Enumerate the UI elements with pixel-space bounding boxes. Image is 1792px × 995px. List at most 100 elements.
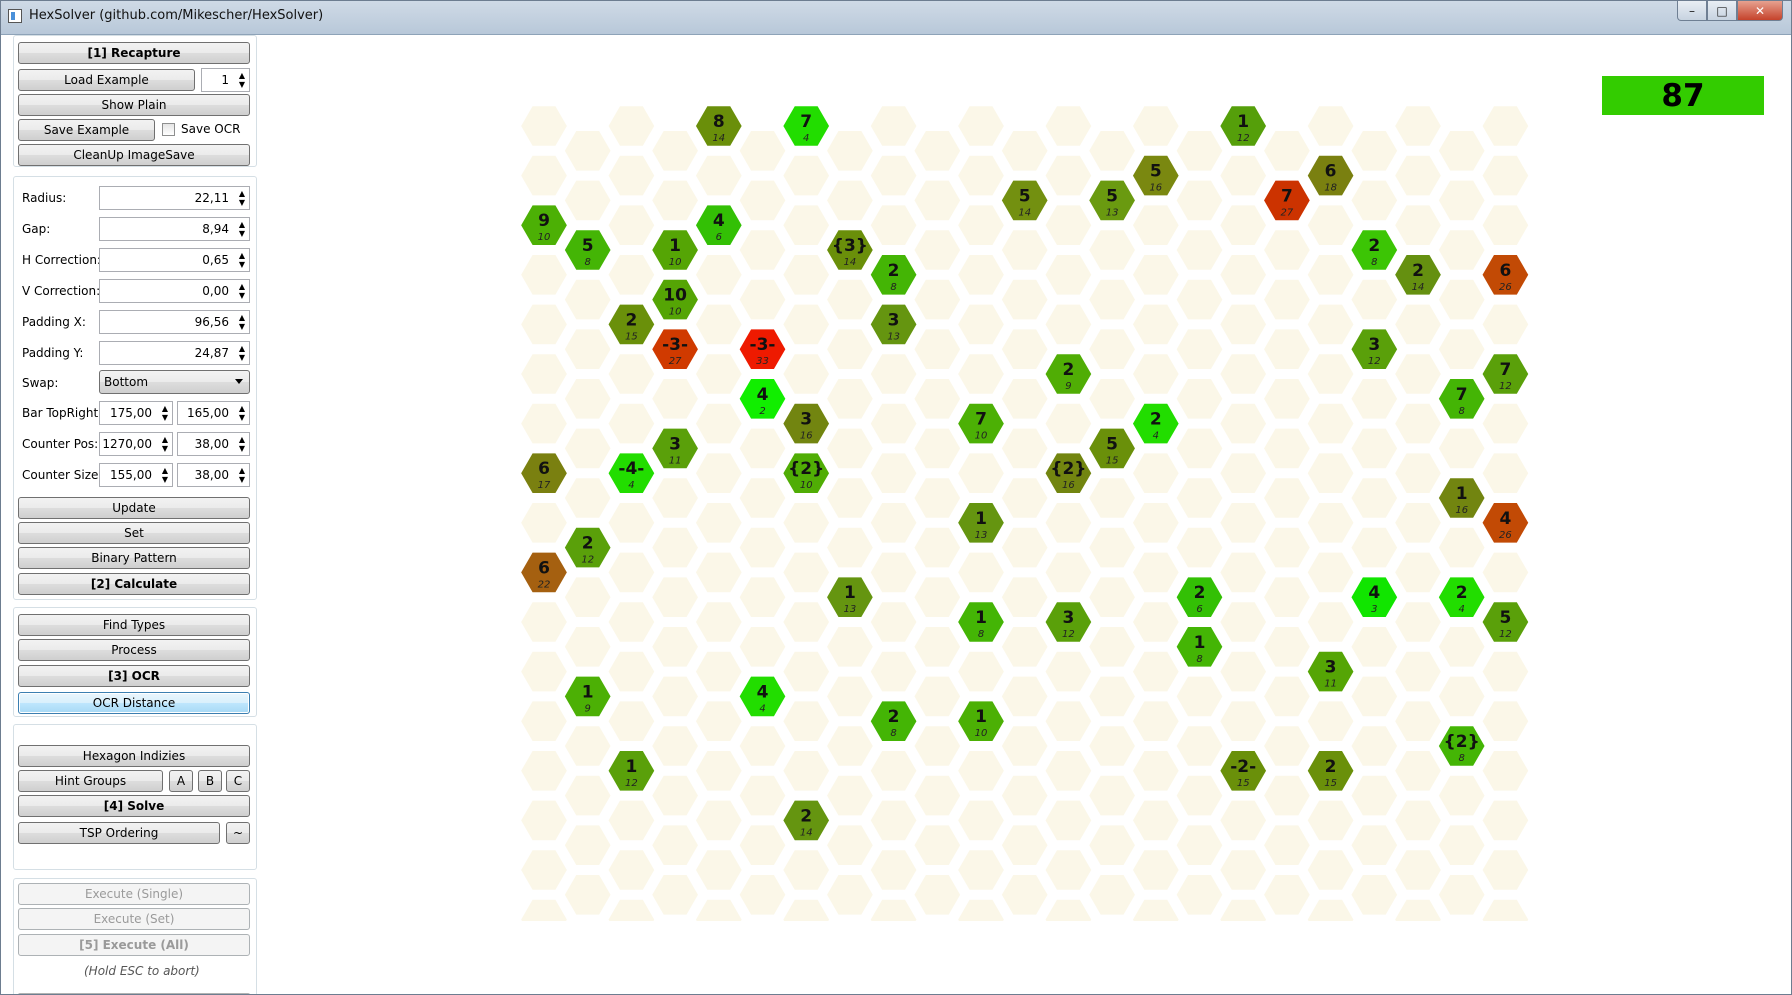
hex-cell-empty[interactable] xyxy=(1043,302,1094,347)
hex-cell-empty[interactable] xyxy=(1392,649,1444,694)
save-example-button[interactable]: Save Example xyxy=(18,119,155,141)
hex-cell-empty[interactable] xyxy=(1043,203,1094,247)
hex-cell-empty[interactable] xyxy=(1305,848,1356,892)
hex-cell-empty[interactable] xyxy=(999,277,1050,322)
spin-arrows-icon[interactable]: ▲ ▼ xyxy=(237,344,247,362)
hex-cell-empty[interactable] xyxy=(912,228,963,272)
hex-cell-empty[interactable] xyxy=(1086,625,1138,669)
hex-cell-empty[interactable] xyxy=(606,600,657,644)
hex-cell-empty[interactable] xyxy=(518,649,570,694)
hex-cell-empty[interactable] xyxy=(518,352,570,396)
hex-cell-revealed[interactable]: 311 xyxy=(1305,649,1356,694)
calculate-button[interactable]: [2] Calculate xyxy=(18,573,250,595)
radius-field[interactable]: 22,11 ▲ ▼ xyxy=(99,186,250,210)
hex-cell-empty[interactable] xyxy=(1305,501,1356,545)
hex-cell-empty[interactable] xyxy=(824,674,876,719)
padding-y-field[interactable]: 24,87 ▲ ▼ xyxy=(99,341,250,365)
hex-cell-empty[interactable] xyxy=(1261,773,1313,818)
binary-pattern-button[interactable]: Binary Pattern xyxy=(18,547,250,569)
hex-cell-empty[interactable] xyxy=(912,377,963,421)
hex-cell-empty[interactable] xyxy=(1086,228,1138,272)
hex-cell-empty[interactable] xyxy=(1305,352,1356,396)
hex-cell-empty[interactable] xyxy=(999,873,1050,917)
hex-cell-empty[interactable] xyxy=(693,848,744,892)
hex-cell-empty[interactable] xyxy=(1480,649,1531,694)
hex-cell-empty[interactable] xyxy=(1305,699,1356,743)
hex-cell-empty[interactable] xyxy=(1349,625,1400,669)
hex-cell-empty[interactable] xyxy=(518,600,570,644)
hex-cell-revealed[interactable]: 18 xyxy=(1174,625,1225,669)
hex-cell-empty[interactable] xyxy=(1305,401,1356,446)
hex-cell-empty[interactable] xyxy=(955,749,1007,793)
hex-cell-empty[interactable] xyxy=(781,848,832,892)
hex-cell-empty[interactable] xyxy=(999,575,1050,619)
hex-cell-empty[interactable] xyxy=(562,277,613,322)
hex-cell-revealed[interactable]: 29 xyxy=(1043,352,1094,396)
swap-dropdown[interactable]: Bottom xyxy=(99,370,250,394)
hex-cell-empty[interactable] xyxy=(999,377,1050,421)
hex-cell-empty[interactable] xyxy=(649,674,701,719)
bar-topright-y-field[interactable]: 165,00 ▲ ▼ xyxy=(177,401,250,425)
hex-cell-empty[interactable] xyxy=(1086,724,1138,768)
hex-cell-empty[interactable] xyxy=(999,773,1050,818)
hex-cell-empty[interactable] xyxy=(606,550,657,595)
hex-cell-revealed[interactable]: 74 xyxy=(781,104,832,148)
hex-cell-empty[interactable] xyxy=(1218,501,1269,545)
hex-cell-empty[interactable] xyxy=(1436,129,1487,173)
hex-cell-empty[interactable] xyxy=(1305,600,1356,644)
hex-cell-empty[interactable] xyxy=(1174,773,1225,818)
hex-cell-empty[interactable] xyxy=(562,327,613,371)
hex-cell-empty[interactable] xyxy=(649,773,701,818)
hex-cell-empty[interactable] xyxy=(912,674,963,719)
hex-cell-empty[interactable] xyxy=(1392,302,1444,347)
hex-cell-empty[interactable] xyxy=(912,823,963,867)
hex-cell-revealed[interactable]: 46 xyxy=(693,203,744,247)
hex-cell-empty[interactable] xyxy=(824,476,876,520)
hex-cell-empty[interactable] xyxy=(693,451,744,495)
hex-cell-empty[interactable] xyxy=(1218,897,1269,921)
hex-cell-revealed[interactable]: -3-27 xyxy=(649,327,701,371)
hex-cell-empty[interactable] xyxy=(1218,153,1269,198)
hex-cell-empty[interactable] xyxy=(649,525,701,570)
hex-cell-empty[interactable] xyxy=(781,749,832,793)
hex-cell-empty[interactable] xyxy=(1218,798,1269,843)
hex-cell-empty[interactable] xyxy=(1436,823,1487,867)
hex-cell-empty[interactable] xyxy=(1261,129,1313,173)
hex-cell-empty[interactable] xyxy=(781,550,832,595)
hex-cell-empty[interactable] xyxy=(824,178,876,223)
hex-cell-empty[interactable] xyxy=(1305,104,1356,148)
hex-cell-empty[interactable] xyxy=(868,550,919,595)
hex-cell-empty[interactable] xyxy=(518,104,570,148)
hex-cell-empty[interactable] xyxy=(693,302,744,347)
hex-cell-empty[interactable] xyxy=(1349,426,1400,471)
hex-cell-empty[interactable] xyxy=(1218,848,1269,892)
hex-cell-empty[interactable] xyxy=(562,426,613,471)
hex-cell-empty[interactable] xyxy=(737,178,788,223)
hex-cell-empty[interactable] xyxy=(955,451,1007,495)
hex-cell-revealed[interactable]: 910 xyxy=(518,203,570,247)
hex-cell-empty[interactable] xyxy=(781,203,832,247)
tsp-options-button[interactable]: ~ xyxy=(226,822,250,844)
hex-cell-empty[interactable] xyxy=(868,451,919,495)
hex-cell-empty[interactable] xyxy=(693,600,744,644)
hex-cell-empty[interactable] xyxy=(1043,104,1094,148)
hex-cell-revealed[interactable]: 618 xyxy=(1305,153,1356,198)
hex-cell-empty[interactable] xyxy=(649,724,701,768)
hex-cell-empty[interactable] xyxy=(1218,649,1269,694)
hex-cell-empty[interactable] xyxy=(693,897,744,921)
hex-cell-empty[interactable] xyxy=(606,153,657,198)
hex-cell-empty[interactable] xyxy=(868,749,919,793)
hex-cell-empty[interactable] xyxy=(912,773,963,818)
minimize-button[interactable]: – xyxy=(1677,1,1707,21)
hex-cell-empty[interactable] xyxy=(999,823,1050,867)
solve-button[interactable]: [4] Solve xyxy=(18,795,250,817)
hex-cell-revealed[interactable]: 312 xyxy=(1043,600,1094,644)
hex-cell-empty[interactable] xyxy=(1218,401,1269,446)
hex-cell-empty[interactable] xyxy=(693,798,744,843)
hex-cell-empty[interactable] xyxy=(955,798,1007,843)
hex-cell-empty[interactable] xyxy=(1480,798,1531,843)
hex-cell-empty[interactable] xyxy=(518,501,570,545)
hex-cell-empty[interactable] xyxy=(868,897,919,921)
hex-cell-revealed[interactable]: 313 xyxy=(868,302,919,347)
spin-arrows-icon[interactable]: ▲ ▼ xyxy=(237,466,247,484)
